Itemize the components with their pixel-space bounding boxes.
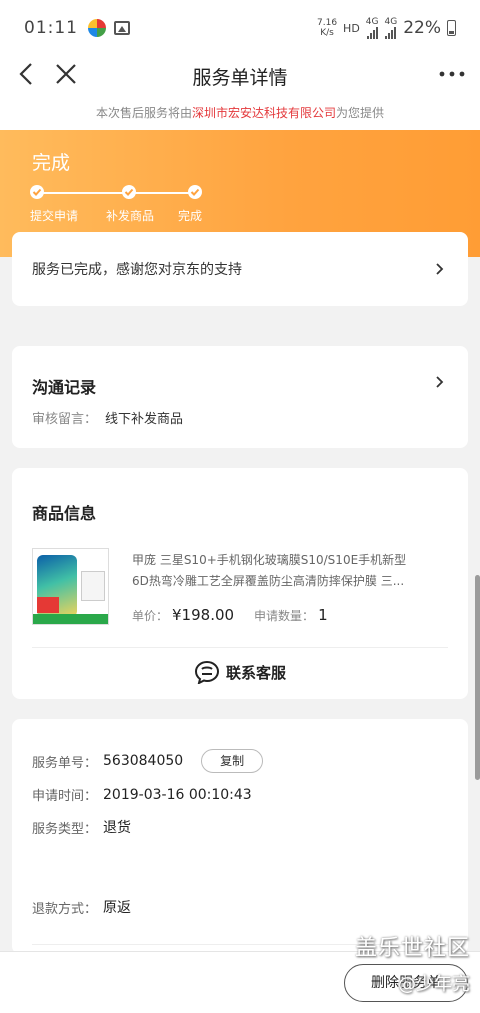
service-done-text: 服务已完成，感谢您对京东的支持: [32, 262, 242, 278]
service-type: 退货: [103, 820, 132, 836]
unit-price: ¥198.00: [172, 606, 235, 624]
app-notification-icon: [88, 19, 106, 37]
apply-time: 2019-03-16 00:10:43: [103, 786, 252, 803]
copy-button[interactable]: 复制: [201, 749, 264, 773]
step-label: 完成: [178, 209, 203, 223]
check-icon: [122, 185, 136, 199]
status-time: 01:11: [24, 18, 78, 38]
price-line: 单价： ¥198.00 申请数量： 1: [132, 606, 328, 624]
hd-indicator: HD: [343, 21, 360, 35]
back-icon[interactable]: [14, 60, 42, 88]
goods-card: 商品信息 甲庞 三星S10+手机钢化玻璃膜S10/S10E手机新型 6D热弯冷雕…: [12, 468, 468, 699]
chevron-right-icon: [436, 263, 444, 275]
customer-service-icon: [194, 660, 219, 684]
signal-icon: [366, 27, 378, 39]
step-label: 补发商品: [106, 209, 155, 223]
order-number-row: 服务单号： 563084050 复制: [32, 749, 264, 773]
battery-level: 22%: [403, 18, 441, 38]
goods-title: 商品信息: [32, 504, 97, 523]
nav-bar: 服务单详情: [0, 56, 480, 96]
network-1: 4G: [366, 17, 379, 39]
watermark-author: @少年亮: [398, 974, 470, 995]
progress-line: [38, 192, 198, 194]
gallery-notification-icon: [114, 21, 130, 35]
refund-method-row: 退款方式： 原返: [32, 897, 131, 917]
service-info-card: 服务单号： 563084050 复制 申请时间： 2019-03-16 00:1…: [12, 719, 468, 954]
net-speed: 7.16 K/s: [317, 18, 338, 38]
step-label: 提交申请: [30, 209, 79, 223]
product-image[interactable]: [32, 548, 109, 625]
communication-title: 沟通记录: [32, 378, 97, 397]
service-status: 完成: [32, 152, 71, 174]
status-right: 7.16 K/s HD 4G 4G 22%: [317, 17, 456, 39]
refund-method: 原返: [103, 900, 132, 916]
check-icon: [30, 185, 44, 199]
review-note: 审核留言： 线下补发商品: [32, 412, 184, 427]
order-number: 563084050: [103, 753, 184, 769]
product-name[interactable]: 甲庞 三星S10+手机钢化玻璃膜S10/S10E手机新型 6D热弯冷雕工艺全屏覆…: [132, 550, 422, 592]
divider: [32, 647, 448, 648]
watermark-logo: 盖乐世社区: [354, 936, 470, 961]
service-done-card[interactable]: 服务已完成，感谢您对京东的支持: [12, 232, 468, 306]
more-icon[interactable]: [438, 62, 466, 86]
contact-service-button[interactable]: 联系客服: [12, 660, 468, 684]
check-icon: [188, 185, 202, 199]
service-provider-notice: 本次售后服务将由深圳市宏安达科技有限公司为您提供: [0, 96, 480, 130]
progress-steps: [30, 185, 210, 205]
signal-icon: [385, 27, 397, 39]
company-link[interactable]: 深圳市宏安达科技有限公司: [192, 106, 336, 120]
status-bar: 01:11 7.16 K/s HD 4G 4G 22%: [0, 0, 480, 56]
apply-time-row: 申请时间： 2019-03-16 00:10:43: [32, 786, 252, 805]
battery-icon: [447, 20, 456, 36]
chevron-right-icon: [436, 376, 444, 388]
scrollbar[interactable]: [475, 575, 480, 780]
network-2: 4G: [385, 17, 397, 39]
service-type-row: 服务类型： 退货: [32, 817, 131, 837]
close-icon[interactable]: [52, 60, 80, 88]
apply-quantity: 1: [318, 606, 328, 624]
communication-card[interactable]: 沟通记录 审核留言： 线下补发商品: [12, 346, 468, 448]
